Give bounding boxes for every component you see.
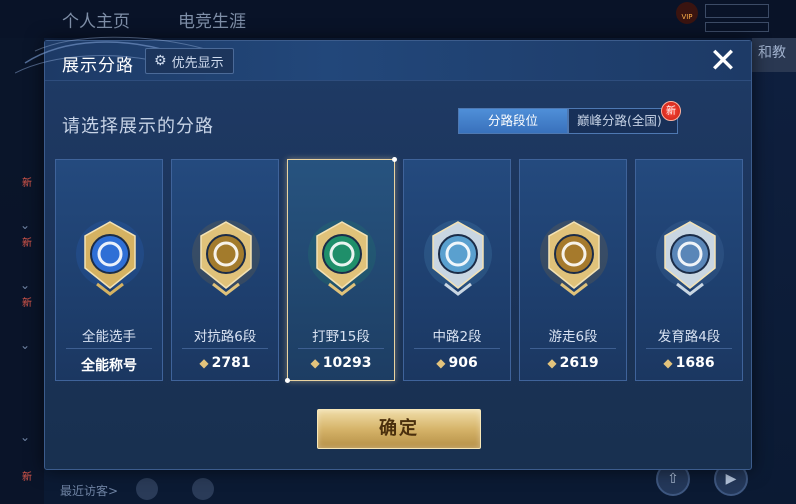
tab-lane-rank[interactable]: 分路段位	[458, 108, 568, 134]
dialog-title: 展示分路	[62, 56, 134, 76]
visitor-avatar[interactable]	[192, 478, 214, 500]
tab-esports-career[interactable]: 电竞生涯	[178, 7, 246, 32]
rank-points-icon: ◆	[663, 356, 673, 370]
vip-avatar-icon[interactable]: VIP	[676, 2, 698, 24]
lane-card-stat-value: 1686	[675, 355, 715, 371]
recent-visitors-link[interactable]: 最近访客>	[60, 482, 118, 499]
divider	[298, 348, 384, 349]
lane-card-name: 全能选手	[82, 329, 136, 345]
divider	[66, 348, 152, 349]
lane-card-stat-value: 2781	[211, 355, 251, 371]
background-info-box	[705, 4, 769, 18]
chevron-down-icon[interactable]: ⌄	[20, 278, 30, 292]
clash-lane-emblem-icon	[191, 218, 261, 298]
new-tag: 新	[22, 472, 32, 483]
divider	[530, 348, 616, 349]
tab-peak-lane-label: 巅峰分路(全国)	[577, 113, 662, 128]
jungle-emblem-icon	[307, 218, 377, 298]
priority-display-label: 优先显示	[171, 55, 224, 71]
background-info-box-lower	[705, 22, 769, 32]
priority-display-button[interactable]: ⚙ 优先显示	[145, 48, 234, 74]
lane-card-name: 中路2段	[432, 329, 482, 345]
chevron-down-icon[interactable]: ⌄	[20, 218, 30, 232]
selection-corner-dot	[285, 378, 290, 383]
tab-peak-lane-national[interactable]: 巅峰分路(全国) 新	[568, 101, 681, 134]
all-round-emblem-icon	[75, 218, 145, 298]
lane-rank-tabs: 分路段位 巅峰分路(全国) 新	[458, 101, 681, 134]
roam-emblem-icon	[539, 218, 609, 298]
close-icon: ✕	[708, 41, 738, 81]
lane-card-stat: ◆ 1686	[636, 355, 742, 371]
background-right-panel: 和教	[752, 38, 796, 72]
rank-points-icon: ◆	[547, 356, 557, 370]
lane-card-list: 全能选手 全能称号 对抗路6段 ◆ 2781 打野15段 ◆ 10293 中路2段 ◆ 906 游走6…	[55, 157, 745, 383]
selection-corner-dot	[392, 157, 397, 162]
divider	[646, 348, 732, 349]
new-tag: 新	[22, 298, 32, 309]
divider	[414, 348, 500, 349]
lane-card-stat: ◆ 2619	[520, 355, 626, 371]
dialog-header: 展示分路 ⚙ 优先显示 ✕	[15, 36, 751, 81]
lane-card-stat: 全能称号	[56, 355, 162, 375]
lane-card-stat: ◆ 2781	[172, 355, 278, 371]
lane-card[interactable]: 游走6段 ◆ 2619	[519, 159, 627, 381]
rank-points-icon: ◆	[436, 356, 446, 370]
lane-card-name: 游走6段	[548, 329, 598, 345]
background-right-text: 和教	[758, 45, 786, 61]
lane-card-stat: ◆ 10293	[288, 355, 394, 371]
rank-points-icon: ◆	[310, 356, 320, 370]
lane-card-name: 对抗路6段	[193, 329, 257, 345]
lane-card[interactable]: 对抗路6段 ◆ 2781	[171, 159, 279, 381]
lane-display-dialog: 展示分路 ⚙ 优先显示 ✕ 请选择展示的分路 分路段位 巅峰分路(全国) 新 全…	[15, 36, 752, 470]
chevron-down-icon[interactable]: ⌄	[20, 338, 30, 352]
lane-card[interactable]: 发育路4段 ◆ 1686	[635, 159, 743, 381]
lane-card[interactable]: 打野15段 ◆ 10293	[285, 157, 397, 383]
visitor-avatar[interactable]	[136, 478, 158, 500]
mid-lane-emblem-icon	[423, 218, 493, 298]
lane-card-name: 打野15段	[312, 329, 370, 345]
farm-lane-emblem-icon	[655, 218, 725, 298]
lane-card-stat-value: 906	[448, 355, 478, 371]
chevron-down-icon[interactable]: ⌄	[20, 430, 30, 444]
lane-card[interactable]: 全能选手 全能称号	[55, 159, 163, 381]
divider	[182, 348, 268, 349]
rank-points-icon: ◆	[199, 356, 209, 370]
lane-card-stat: ◆ 906	[404, 355, 510, 371]
close-button[interactable]: ✕	[705, 44, 741, 79]
background-left-strip: 新 ⌄ 新 ⌄ 新 ⌄ ⌄ 新	[0, 38, 44, 504]
lane-card[interactable]: 中路2段 ◆ 906	[403, 159, 511, 381]
new-tag: 新	[22, 238, 32, 249]
new-badge: 新	[661, 101, 681, 121]
new-tag: 新	[22, 178, 32, 189]
confirm-button[interactable]: 确定	[317, 409, 481, 449]
lane-card-stat-value: 10293	[322, 355, 372, 371]
select-lane-prompt: 请选择展示的分路	[62, 116, 214, 137]
lane-card-stat-value: 2619	[559, 355, 599, 371]
lane-card-stat-value: 全能称号	[81, 358, 137, 374]
gear-icon: ⚙	[154, 53, 167, 69]
lane-card-name: 发育路4段	[657, 329, 721, 345]
tab-personal-homepage[interactable]: 个人主页	[62, 7, 130, 32]
